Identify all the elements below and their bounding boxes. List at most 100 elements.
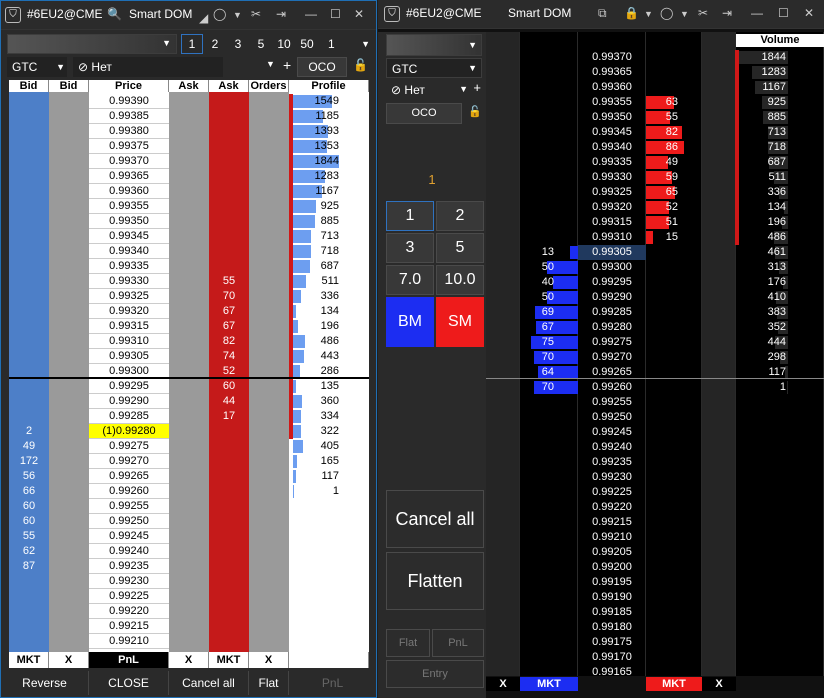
price-cell[interactable]: 0.99255	[89, 499, 169, 514]
qty-button-3[interactable]: 3	[386, 233, 434, 263]
price-cell[interactable]: 0.99245	[89, 529, 169, 544]
price-cell[interactable]: 0.99365	[578, 65, 646, 80]
price-cell[interactable]: 0.99250	[89, 514, 169, 529]
qty-button-1[interactable]: 1	[386, 201, 434, 231]
footer-x-button[interactable]: X	[486, 677, 520, 691]
price-cell[interactable]: 0.99170	[578, 650, 646, 665]
price-cell[interactable]: 0.99260	[578, 380, 646, 395]
footer-x-button[interactable]: X	[169, 652, 209, 668]
tif-select[interactable]: GTC ▼	[7, 57, 67, 77]
lock-icon[interactable]: 🔓	[353, 58, 368, 72]
price-cell[interactable]: 0.99350	[578, 110, 646, 125]
price-cell[interactable]: 0.99225	[89, 589, 169, 604]
price-cell[interactable]: 0.99360	[89, 184, 169, 199]
ask-size-cell[interactable]: 63	[646, 95, 696, 110]
price-cell[interactable]: 0.99375	[89, 139, 169, 154]
lock-icon[interactable]: 🔒	[624, 6, 639, 20]
price-cell[interactable]: 0.99330	[578, 170, 646, 185]
price-cell[interactable]: 0.99285	[578, 305, 646, 320]
ask-size-cell[interactable]: 65	[646, 185, 696, 200]
price-cell[interactable]: 0.99275	[89, 439, 169, 454]
bid-size-cell[interactable]: 60	[9, 499, 49, 514]
ask-size-cell[interactable]: 55	[209, 274, 249, 289]
bid-size-cell[interactable]: 2	[9, 424, 49, 439]
price-cell[interactable]: 0.99380	[89, 124, 169, 139]
maximize-icon[interactable]: ☐	[330, 7, 341, 21]
price-cell[interactable]: 0.99235	[89, 559, 169, 574]
price-cell[interactable]: 0.99355	[578, 95, 646, 110]
sell-market-button[interactable]: SM	[436, 297, 484, 347]
price-cell[interactable]: 0.99245	[578, 425, 646, 440]
search-icon[interactable]: 🔍	[107, 7, 122, 21]
price-cell[interactable]: 0.99345	[89, 229, 169, 244]
dom-type-label[interactable]: Smart DOM	[129, 7, 192, 21]
pnl-button[interactable]: PnL	[289, 671, 376, 695]
price-cell[interactable]: 0.99310	[89, 334, 169, 349]
entry-button[interactable]: Entry	[386, 660, 484, 688]
ask-size-cell[interactable]: 74	[209, 349, 249, 364]
price-cell[interactable]: 0.99370	[578, 50, 646, 65]
price-cell[interactable]: 0.99385	[89, 109, 169, 124]
price-cell[interactable]: 0.99330	[89, 274, 169, 289]
price-cell[interactable]: 0.99320	[578, 200, 646, 215]
bid-size-cell[interactable]: 13	[520, 245, 574, 260]
close-icon[interactable]: ✕	[354, 7, 364, 21]
chevron-down-icon[interactable]: ▼	[233, 10, 242, 20]
ask-size-cell[interactable]: 67	[209, 319, 249, 334]
flat-button[interactable]: Flat	[249, 671, 289, 695]
price-cell[interactable]: 0.99240	[578, 440, 646, 455]
price-cell[interactable]: 0.99240	[89, 544, 169, 559]
price-cell[interactable]: 0.99305	[89, 349, 169, 364]
oco-group-select[interactable]: ⊘ Нет	[73, 57, 223, 77]
footer-x-button[interactable]: X	[702, 677, 736, 691]
bid-size-cell[interactable]: 67	[520, 320, 574, 335]
ask-size-cell[interactable]: 44	[209, 394, 249, 409]
price-cell[interactable]: 0.99340	[578, 140, 646, 155]
price-cell[interactable]: 0.99260	[89, 484, 169, 499]
ask-size-cell[interactable]: 59	[646, 170, 696, 185]
bid-size-cell[interactable]: 50	[520, 290, 574, 305]
chevron-down-icon[interactable]: ▼	[266, 59, 275, 69]
price-cell[interactable]: 0.99210	[578, 530, 646, 545]
chevron-down-icon[interactable]: ▼	[644, 9, 653, 19]
price-cell[interactable]: 0.99285	[89, 409, 169, 424]
bid-size-cell[interactable]: 172	[9, 454, 49, 469]
price-cell[interactable]: 0.99230	[89, 574, 169, 589]
price-cell[interactable]: 0.99165	[578, 665, 646, 680]
price-cell[interactable]: 0.99265	[89, 469, 169, 484]
bid-size-cell[interactable]: 75	[520, 335, 574, 350]
price-cell[interactable]: 0.99335	[578, 155, 646, 170]
pin-icon[interactable]: ⇥	[722, 6, 732, 20]
price-cell[interactable]: 0.99270	[89, 454, 169, 469]
bid-size-cell[interactable]: 55	[9, 529, 49, 544]
price-cell[interactable]: 0.99335	[89, 259, 169, 274]
footer-blank-button[interactable]	[289, 652, 369, 668]
oco-button[interactable]: OCO	[297, 57, 347, 77]
price-cell[interactable]: 0.99275	[578, 335, 646, 350]
footer-mkt-button[interactable]: MKT	[9, 652, 49, 668]
price-cell[interactable]: 0.99340	[89, 244, 169, 259]
account-select[interactable]: ▼	[386, 34, 482, 56]
price-cell[interactable]: 0.99180	[578, 620, 646, 635]
price-cell[interactable]: 0.99255	[578, 395, 646, 410]
reverse-button[interactable]: Reverse	[1, 671, 89, 695]
bid-size-cell[interactable]: 62	[9, 544, 49, 559]
price-cell[interactable]: 0.99295	[89, 379, 169, 394]
price-cell[interactable]: 0.99310	[578, 230, 646, 245]
qty-button-3[interactable]: 3	[227, 34, 249, 54]
price-cell[interactable]: 0.99390	[89, 94, 169, 109]
bid-size-cell[interactable]: 66	[9, 484, 49, 499]
lock-icon[interactable]: 🔓	[468, 105, 482, 118]
footer-x-button[interactable]: X	[249, 652, 289, 668]
price-cell[interactable]: 0.99290	[89, 394, 169, 409]
close-icon[interactable]: ✕	[804, 6, 814, 20]
footer-x-button[interactable]: X	[49, 652, 89, 668]
qty-button-7[interactable]: 7.0	[386, 265, 434, 295]
price-cell[interactable]: 0.99205	[578, 545, 646, 560]
footer-mkt-button[interactable]: MKT	[646, 677, 702, 691]
buy-market-button[interactable]: BM	[386, 297, 434, 347]
qty-input[interactable]: 1 ▼	[323, 34, 373, 54]
ask-size-cell[interactable]: 82	[646, 125, 696, 140]
chevron-down-icon[interactable]: ▼	[680, 9, 689, 19]
copy-icon[interactable]: ⧉	[598, 6, 607, 21]
